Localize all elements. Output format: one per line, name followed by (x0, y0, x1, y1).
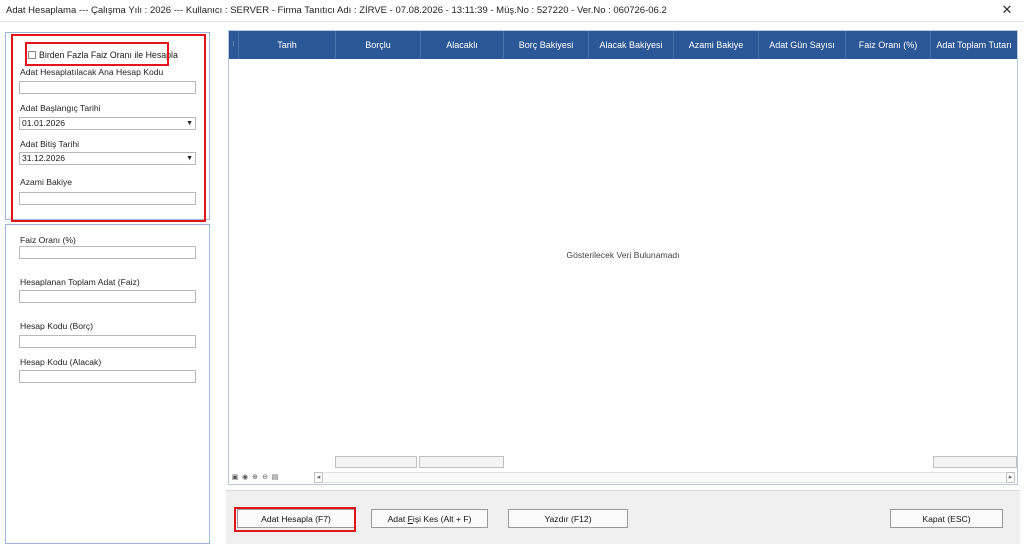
adat-grid[interactable]: ⁞ Tarih Borçlu Alacaklı Borç Bakiyesi Al… (228, 30, 1018, 485)
issue-slip-label-pre: Adat (387, 513, 408, 524)
column-header-adat-gun-sayisi[interactable]: Adat Gün Sayısı (759, 31, 846, 59)
start-date-value: 01.01.2026 (22, 118, 66, 128)
horizontal-scrollbar[interactable] (324, 472, 1005, 483)
issue-slip-label-post: işi Kes (Alt + F) (412, 513, 472, 524)
preview-icon[interactable]: ◉ (241, 474, 249, 482)
interest-rate-input[interactable] (19, 246, 196, 259)
window-title: Adat Hesaplama --- Çalışma Yılı : 2026 -… (6, 5, 667, 16)
end-date-value: 31.12.2026 (22, 153, 66, 163)
credit-account-label: Hesap Kodu (Alacak) (20, 357, 102, 367)
column-header-borc-bakiyesi[interactable]: Borç Bakiyesi (504, 31, 589, 59)
summary-cell-adat-toplam (933, 456, 1017, 468)
print-icon[interactable]: ▤ (271, 474, 279, 482)
column-header-borclu[interactable]: Borçlu (336, 31, 421, 59)
credit-account-input[interactable] (19, 370, 196, 383)
scroll-left-icon[interactable]: ◂ (314, 472, 323, 483)
dropdown-arrow-icon[interactable]: ▼ (186, 118, 193, 129)
debit-account-label: Hesap Kodu (Borç) (20, 321, 94, 331)
zoom-out-icon[interactable]: ⊖ (261, 474, 269, 482)
column-header-faiz-orani[interactable]: Faiz Oranı (%) (846, 31, 931, 59)
total-adat-input[interactable] (19, 290, 196, 303)
scroll-right-icon[interactable]: ▸ (1006, 472, 1015, 483)
summary-cell-borclu (335, 456, 417, 468)
start-date-label: Adat Başlangıç Tarihi (20, 103, 101, 113)
total-adat-label: Hesaplanan Toplam Adat (Faiz) (20, 277, 140, 287)
grid-toolbar: ▣ ◉ ⊕ ⊖ ▤ (231, 472, 279, 484)
empty-grid-message: Gösterilecek Veri Bulunamadı (566, 250, 680, 260)
adat-results-panel (5, 224, 210, 544)
action-bar: Adat Hesapla (F7) Adat Fişi Kes (Alt + F… (226, 490, 1020, 544)
save-layout-icon[interactable]: ▣ (231, 474, 239, 482)
account-code-input[interactable] (19, 81, 196, 94)
close-icon[interactable]: ✕ (999, 2, 1015, 18)
end-date-label: Adat Bitiş Tarihi (20, 139, 80, 149)
multi-rate-checkbox-row[interactable]: Birden Fazla Faiz Oranı ile Hesapla (28, 48, 178, 62)
debit-account-input[interactable] (19, 335, 196, 348)
column-header-alacak-bakiyesi[interactable]: Alacak Bakiyesi (589, 31, 674, 59)
title-bar: Adat Hesaplama --- Çalışma Yılı : 2026 -… (0, 0, 1024, 22)
end-date-picker[interactable]: 31.12.2026 ▼ (19, 152, 196, 165)
column-header-azami-bakiye[interactable]: Azami Bakiye (674, 31, 759, 59)
close-button[interactable]: Kapat (ESC) (890, 509, 1003, 528)
calculate-adat-button[interactable]: Adat Hesapla (F7) (237, 509, 355, 528)
start-date-picker[interactable]: 01.01.2026 ▼ (19, 117, 196, 130)
max-balance-input[interactable] (19, 192, 196, 205)
column-header-tarih[interactable]: Tarih (239, 31, 336, 59)
dropdown-arrow-icon[interactable]: ▼ (186, 153, 193, 164)
grid-header: ⁞ Tarih Borçlu Alacaklı Borç Bakiyesi Al… (229, 31, 1017, 59)
account-code-label: Adat Hesaplatılacak Ana Hesap Kodu (20, 67, 164, 77)
row-indicator-icon[interactable]: ⁞ (229, 31, 239, 59)
print-button[interactable]: Yazdır (F12) (508, 509, 628, 528)
multi-rate-checkbox[interactable] (28, 51, 36, 59)
column-header-alacakli[interactable]: Alacaklı (421, 31, 504, 59)
multi-rate-checkbox-label: Birden Fazla Faiz Oranı ile Hesapla (39, 50, 178, 60)
summary-cell-alacakli (419, 456, 504, 468)
zoom-in-icon[interactable]: ⊕ (251, 474, 259, 482)
column-header-adat-toplam-tutari[interactable]: Adat Toplam Tutarı (931, 31, 1017, 59)
max-balance-label: Azami Bakiye (20, 177, 73, 187)
interest-rate-label: Faiz Oranı (%) (20, 235, 76, 245)
issue-adat-slip-button[interactable]: Adat Fişi Kes (Alt + F) (371, 509, 488, 528)
grid-summary-footer (229, 456, 1017, 468)
